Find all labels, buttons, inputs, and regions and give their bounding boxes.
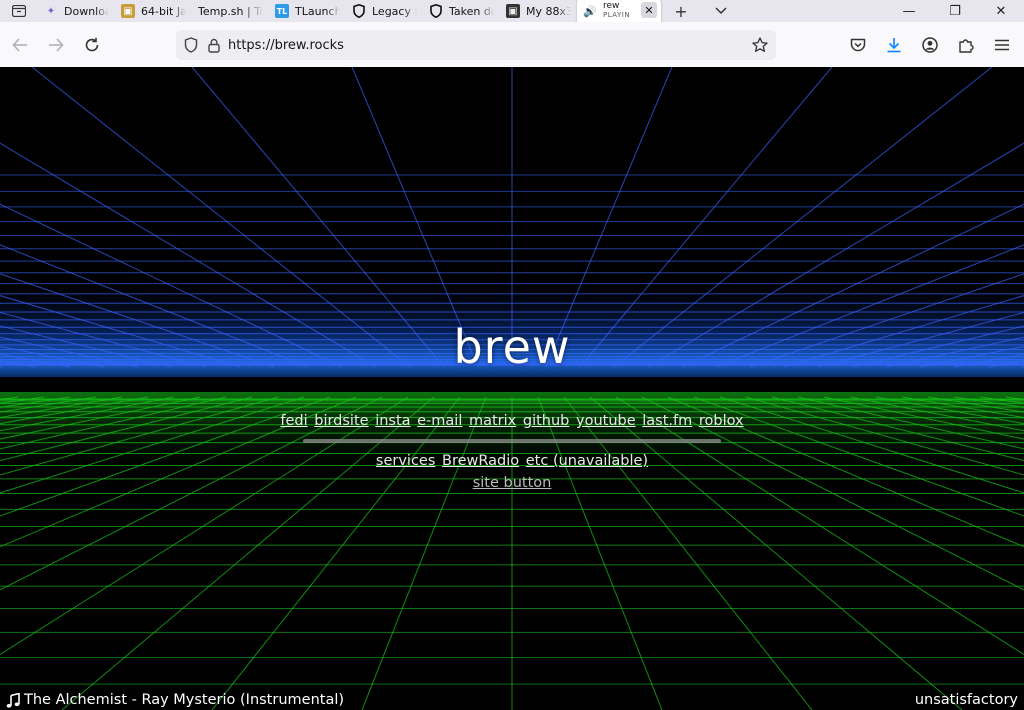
hamburger-menu-icon xyxy=(995,39,1009,51)
app-menu-button[interactable] xyxy=(986,30,1018,60)
link-roblox[interactable]: roblox xyxy=(699,413,744,429)
navigation-toolbar: https://brew.rocks xyxy=(0,22,1024,68)
address-bar[interactable]: https://brew.rocks xyxy=(176,30,776,60)
link-divider xyxy=(303,439,721,443)
link-site-button[interactable]: site button xyxy=(473,475,552,491)
site-title: brew xyxy=(453,320,571,374)
close-window-button[interactable]: ✕ xyxy=(978,0,1024,22)
minimize-button[interactable]: — xyxy=(886,0,932,22)
tab-list-icon xyxy=(12,5,26,17)
link-birdsite[interactable]: birdsite xyxy=(314,413,368,429)
link-services[interactable]: services xyxy=(376,453,436,469)
tab-taken-down[interactable]: Taken do xyxy=(423,0,500,22)
forward-button[interactable] xyxy=(40,29,72,61)
shield-icon xyxy=(353,4,365,18)
tab-download[interactable]: ✦ Download xyxy=(38,0,115,22)
account-button[interactable] xyxy=(914,30,946,60)
download-icon xyxy=(887,38,901,53)
toolbar-right xyxy=(842,30,1018,60)
back-button[interactable] xyxy=(4,29,36,61)
music-note-icon xyxy=(6,692,20,708)
web-page: brew fedi birdsite insta e-mail matrix g… xyxy=(0,67,1024,710)
link-matrix[interactable]: matrix xyxy=(469,413,516,429)
tab-brew-active[interactable]: 🔊 rew PLAYIN ✕ xyxy=(577,0,661,22)
tl-icon: TL xyxy=(275,4,289,18)
tab-title: Legacy L xyxy=(372,4,417,18)
link-lastfm[interactable]: last.fm xyxy=(642,413,692,429)
minimize-icon: — xyxy=(902,3,916,19)
tab-tlauncher[interactable]: TL TLaunch xyxy=(269,0,346,22)
link-insta[interactable]: insta xyxy=(375,413,410,429)
floor-grid xyxy=(0,396,1024,710)
link-email[interactable]: e-mail xyxy=(417,413,462,429)
link-youtube[interactable]: youtube xyxy=(576,413,636,429)
synthwave-grid-background xyxy=(0,67,1024,710)
bookmark-star-icon[interactable] xyxy=(752,37,768,53)
account-icon xyxy=(922,37,938,53)
image-icon: ▣ xyxy=(506,4,520,18)
social-links: fedi birdsite insta e-mail matrix github… xyxy=(0,413,1024,429)
restore-icon: ❐ xyxy=(949,3,961,19)
tab-list-button[interactable] xyxy=(0,0,38,22)
tab-temp-sh[interactable]: Temp.sh | Te xyxy=(192,0,269,22)
site-button-row: site button xyxy=(0,475,1024,491)
close-icon: ✕ xyxy=(644,3,654,17)
link-etc[interactable]: etc (unavailable) xyxy=(526,453,648,469)
tab-64-bit[interactable]: ▣ 64-bit Ja xyxy=(115,0,192,22)
link-fedi[interactable]: fedi xyxy=(280,413,307,429)
service-links: services BrewRadio etc (unavailable) xyxy=(0,453,1024,469)
puzzle-icon xyxy=(959,39,974,53)
now-playing-text: The Alchemist - Ray Mysterio (Instrument… xyxy=(24,692,345,708)
tab-my-88x31[interactable]: ▣ My 88x3 xyxy=(500,0,577,22)
back-arrow-icon xyxy=(12,37,27,52)
puzzle-icon: ✦ xyxy=(46,5,56,17)
maximize-button[interactable]: ❐ xyxy=(932,0,978,22)
reload-button[interactable] xyxy=(76,29,108,61)
status-text: unsatisfactory xyxy=(914,692,1018,708)
pocket-icon xyxy=(850,38,866,51)
link-github[interactable]: github xyxy=(523,413,570,429)
close-tab-button[interactable]: ✕ xyxy=(641,2,657,18)
downloads-button[interactable] xyxy=(878,30,910,60)
tab-bar: ✦ Download ▣ 64-bit Ja Temp.sh | Te TL T… xyxy=(0,0,1024,22)
now-playing-bar[interactable]: The Alchemist - Ray Mysterio (Instrument… xyxy=(6,692,344,708)
close-icon: ✕ xyxy=(995,3,1007,19)
tab-title: 64-bit Ja xyxy=(141,4,186,18)
speaker-icon[interactable]: 🔊 xyxy=(583,4,597,18)
window-controls: — ❐ ✕ xyxy=(886,0,1024,22)
tab-title: Download xyxy=(64,4,109,18)
new-tab-button[interactable]: + xyxy=(661,0,701,22)
image-icon: ▣ xyxy=(121,4,135,18)
tab-legacy[interactable]: Legacy L xyxy=(346,0,423,22)
reload-icon xyxy=(85,37,99,51)
lock-icon[interactable] xyxy=(208,38,220,53)
extensions-button[interactable] xyxy=(950,30,982,60)
tab-title: Taken do xyxy=(449,4,494,18)
tab-title: TLaunch xyxy=(295,4,340,18)
chevron-down-icon xyxy=(715,7,727,15)
shield-icon xyxy=(430,4,442,18)
tab-title: rew PLAYIN xyxy=(603,1,631,20)
plus-icon: + xyxy=(674,1,688,21)
pocket-button[interactable] xyxy=(842,30,874,60)
forward-arrow-icon xyxy=(49,37,64,52)
tab-title: Temp.sh | Te xyxy=(198,4,263,18)
link-brewradio[interactable]: BrewRadio xyxy=(442,453,519,469)
tab-title: My 88x3 xyxy=(526,4,571,18)
url-text[interactable]: https://brew.rocks xyxy=(228,38,344,53)
tracking-protection-icon[interactable] xyxy=(184,37,198,53)
list-all-tabs-button[interactable] xyxy=(701,0,741,22)
